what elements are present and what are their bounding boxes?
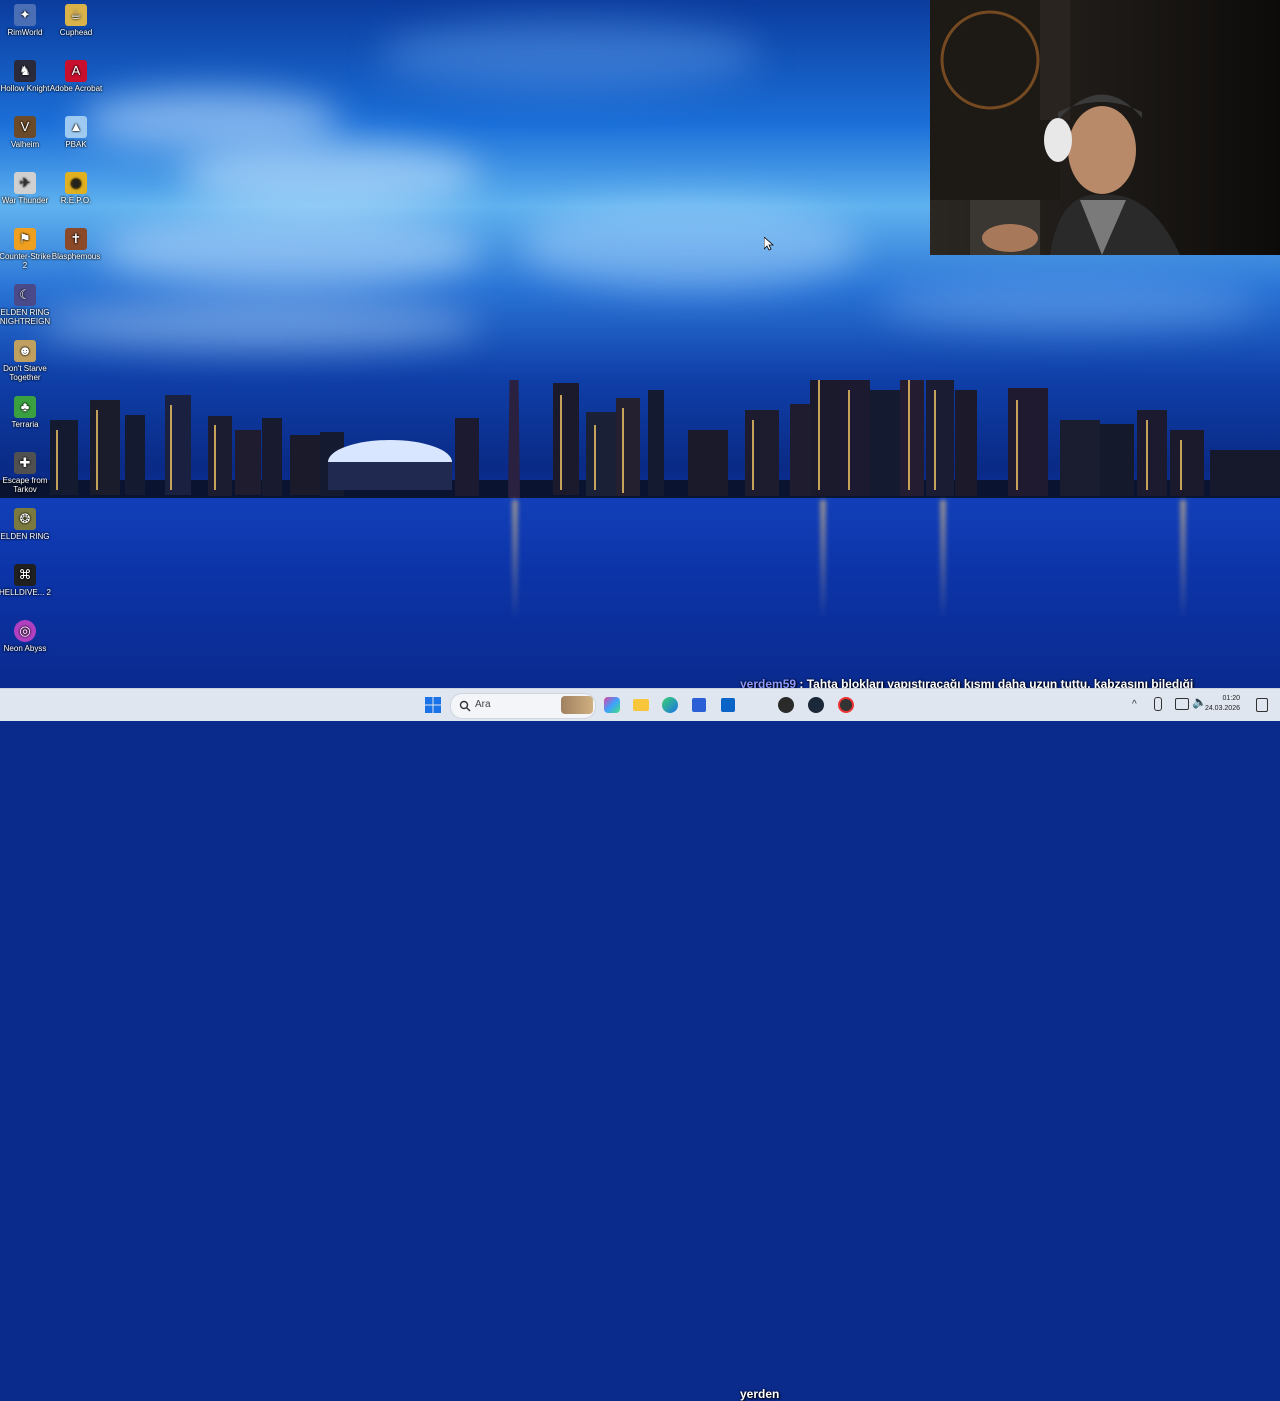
desktop-icon-tarkov[interactable]: ✚ Escape from Tarkov (0, 452, 52, 494)
desktop-icon-valheim[interactable]: V Valheim (0, 116, 52, 149)
desktop-icon-counter-strike[interactable]: ⚑ Counter-Strike 2 (0, 228, 52, 270)
desktop-icon-cuphead[interactable]: ☕ Cuphead (49, 4, 103, 37)
steam-icon (808, 697, 824, 713)
obs-icon (778, 697, 794, 713)
search-highlight-image (561, 696, 593, 714)
terraria-icon: ♣ (14, 396, 36, 418)
desktop-icon-label: HELLDIVE... 2 (0, 588, 52, 597)
edge-button[interactable] (660, 695, 680, 715)
desktop-icon-terraria[interactable]: ♣ Terraria (0, 396, 52, 429)
file-explorer-button[interactable] (631, 695, 651, 715)
copilot-icon (604, 697, 620, 713)
copilot-button[interactable] (602, 695, 622, 715)
chat-username-overlay: yerden (740, 1387, 780, 1401)
taskbar: Ara yerden ^ 🔈 01:20 24.03.2026 (0, 688, 1280, 1401)
desktop-icon-label: Hollow Knight (0, 84, 50, 93)
elden-ring-nightreign-icon: ☾ (14, 284, 36, 306)
desktop-icon-repo[interactable]: ◉ R.E.P.O. (49, 172, 103, 205)
lake-water (0, 498, 1280, 688)
cuphead-icon: ☕ (65, 4, 87, 26)
store-button[interactable] (689, 695, 709, 715)
webcam-overlay (930, 0, 1280, 255)
record-icon (838, 697, 854, 713)
blasphemous-icon: ✝ (65, 228, 87, 250)
desktop-icon-pbak[interactable]: ▲ PBAK (49, 116, 103, 149)
hollow-knight-icon: ♞ (14, 60, 36, 82)
helldivers-icon: ⌘ (14, 564, 36, 586)
desktop-icon-label: Cuphead (59, 28, 93, 37)
system-clock[interactable]: 01:20 24.03.2026 (1205, 694, 1240, 714)
desktop-icon-hollow-knight[interactable]: ♞ Hollow Knight (0, 60, 52, 93)
desktop-icon-label: Valheim (10, 140, 40, 149)
desktop-icon-label: Terraria (11, 420, 39, 429)
desktop-icon-label: Don't Starve Together (3, 364, 47, 382)
desktop-icon-label: Blasphemous (51, 252, 101, 261)
desktop-icon-label: Neon Abyss (3, 644, 47, 653)
rimworld-icon: ✦ (14, 4, 36, 26)
valheim-icon: V (14, 116, 36, 138)
tarkov-icon: ✚ (14, 452, 36, 474)
folder-icon (633, 699, 649, 711)
steam-button[interactable] (806, 695, 826, 715)
counter-strike-icon: ⚑ (14, 228, 36, 250)
pbak-icon: ▲ (65, 116, 87, 138)
tray-overflow-icon[interactable]: ^ (1132, 699, 1137, 710)
outlook-icon (721, 698, 735, 712)
search-icon (459, 700, 471, 712)
desktop-icon-label: Counter-Strike 2 (0, 252, 51, 270)
windows-icon (425, 697, 441, 713)
desktop-icon-rimworld[interactable]: ✦ RimWorld (0, 4, 52, 37)
clock-date: 24.03.2026 (1204, 705, 1240, 712)
recording-app-button[interactable] (836, 695, 856, 715)
desktop-icon-elden-ring-nightreign[interactable]: ☾ ELDEN RING NIGHTREIGN (0, 284, 52, 326)
neon-abyss-icon: ◎ (14, 620, 36, 642)
microphone-icon[interactable] (1154, 697, 1162, 711)
outlook-button[interactable] (718, 695, 738, 715)
taskbar-search[interactable]: Ara (450, 693, 596, 719)
start-button[interactable] (423, 695, 443, 715)
desktop-icon-label: Escape from Tarkov (2, 476, 48, 494)
desktop-icon-elden-ring[interactable]: ❂ ELDEN RING (0, 508, 52, 541)
desktop-icon-blasphemous[interactable]: ✝ Blasphemous (49, 228, 103, 261)
desktop-icon-label: RimWorld (7, 28, 43, 37)
desktop-icon-neon-abyss[interactable]: ◎ Neon Abyss (0, 620, 52, 653)
desktop-icon-label: ELDEN RING (0, 532, 50, 541)
edge-icon (662, 697, 678, 713)
repo-icon: ◉ (65, 172, 87, 194)
desktop-icon-label: R.E.P.O. (60, 196, 92, 205)
desktop-icon-adobe-acrobat[interactable]: A Adobe Acrobat (49, 60, 103, 93)
desktop-icon-label: Adobe Acrobat (49, 84, 103, 93)
network-icon[interactable] (1175, 698, 1189, 710)
desktop-icon-helldivers[interactable]: ⌘ HELLDIVE... 2 (0, 564, 52, 597)
desktop-icon-label: ELDEN RING NIGHTREIGN (0, 308, 51, 326)
store-icon (692, 698, 706, 712)
clock-time: 01:20 (1222, 695, 1240, 702)
acrobat-icon: A (65, 60, 87, 82)
desktop-icon-label: War Thunder (1, 196, 49, 205)
desktop-icon-war-thunder[interactable]: ✈ War Thunder (0, 172, 52, 205)
search-placeholder: Ara (475, 699, 491, 710)
desktop-wallpaper: ✦ RimWorld ☕ Cuphead ♞ Hollow Knight A A… (0, 0, 1280, 688)
dont-starve-icon: ☻ (14, 340, 36, 362)
notification-icon[interactable] (1256, 698, 1268, 712)
war-thunder-icon: ✈ (14, 172, 36, 194)
city-skyline (0, 380, 1280, 500)
elden-ring-icon: ❂ (14, 508, 36, 530)
desktop-icon-dont-starve[interactable]: ☻ Don't Starve Together (0, 340, 52, 382)
streamer-webcam-image (930, 0, 1180, 255)
obs-button[interactable] (776, 695, 796, 715)
desktop-icon-label: PBAK (65, 140, 87, 149)
